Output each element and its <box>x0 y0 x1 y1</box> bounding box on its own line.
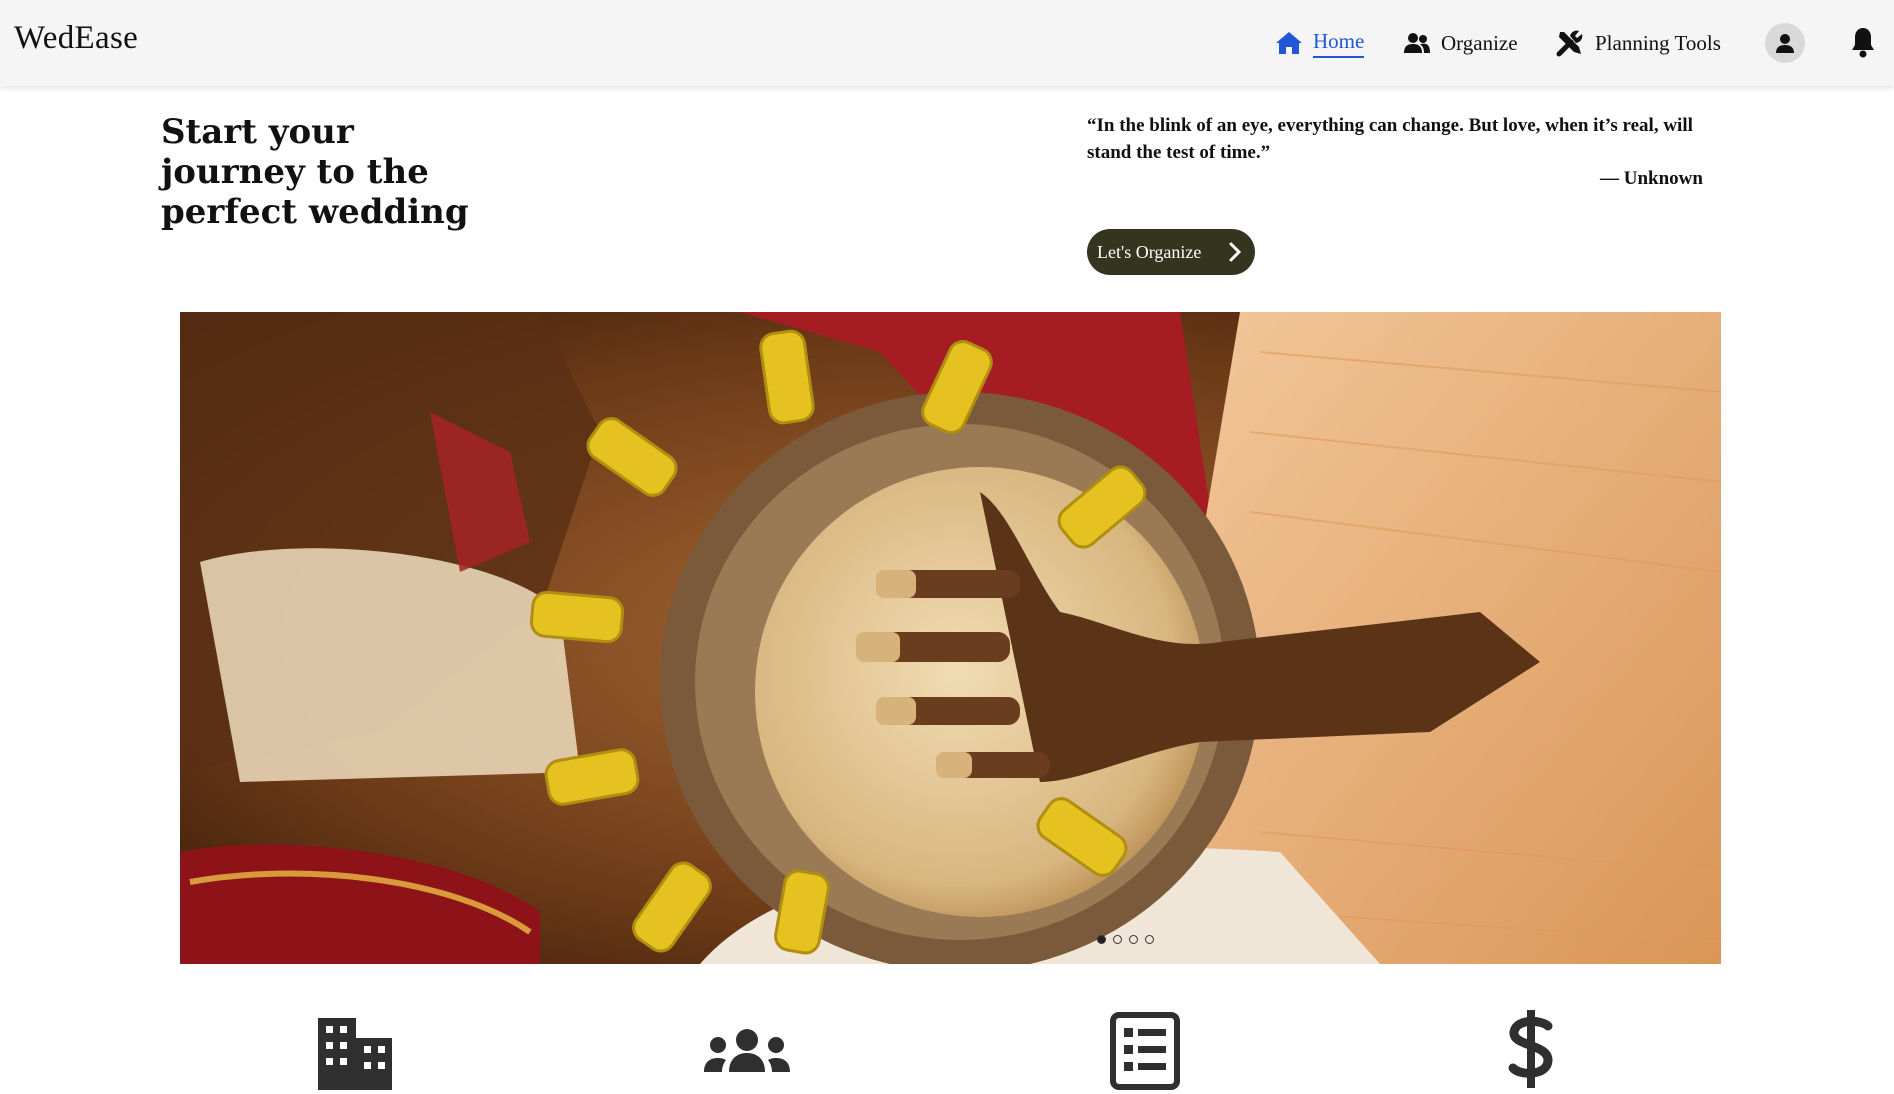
feature-checklist[interactable] <box>1110 1012 1180 1094</box>
nav-organize[interactable]: Organize <box>1403 26 1518 60</box>
feature-guests[interactable] <box>702 1028 792 1080</box>
group-icon <box>704 1029 790 1072</box>
carousel-dot-4[interactable] <box>1145 935 1154 944</box>
user-icon <box>1776 34 1794 53</box>
hero-quote: “In the blink of an eye, everything can … <box>1087 115 1693 163</box>
carousel-image <box>180 312 1721 964</box>
tools-icon <box>1556 30 1583 57</box>
notifications-button[interactable] <box>1850 26 1876 62</box>
nav-home-label: Home <box>1313 29 1365 58</box>
nav-organize-label: Organize <box>1441 30 1518 55</box>
hero-title: Start your journey to the perfect weddin… <box>161 112 469 232</box>
dollar-icon <box>1508 1010 1553 1088</box>
quote-author: — Unknown <box>1600 168 1703 189</box>
nav-planning-tools[interactable]: Planning Tools <box>1555 26 1721 60</box>
carousel-dot-1[interactable] <box>1097 935 1106 944</box>
carousel-dot-3[interactable] <box>1129 935 1138 944</box>
lets-organize-label: Let's Organize <box>1097 241 1202 262</box>
top-navbar: WedEase Home Organize Planning Tools <box>0 0 1894 86</box>
brand-logo[interactable]: WedEase <box>14 20 138 57</box>
hero-carousel[interactable] <box>180 312 1721 964</box>
carousel-dot-2[interactable] <box>1113 935 1122 944</box>
feature-budget[interactable] <box>1508 1008 1554 1094</box>
chevron-right-icon <box>1229 242 1241 262</box>
users-icon <box>1404 33 1430 53</box>
lets-organize-button[interactable]: Let's Organize <box>1087 229 1255 275</box>
building-icon <box>318 1018 392 1090</box>
home-icon <box>1276 32 1302 54</box>
carousel-indicators <box>1097 935 1154 944</box>
nav-home[interactable]: Home <box>1275 26 1365 60</box>
feature-venues[interactable] <box>316 1012 394 1094</box>
bell-icon <box>1852 28 1874 58</box>
profile-button[interactable] <box>1765 23 1805 63</box>
list-icon <box>1110 1012 1180 1090</box>
nav-planning-tools-label: Planning Tools <box>1595 30 1721 55</box>
